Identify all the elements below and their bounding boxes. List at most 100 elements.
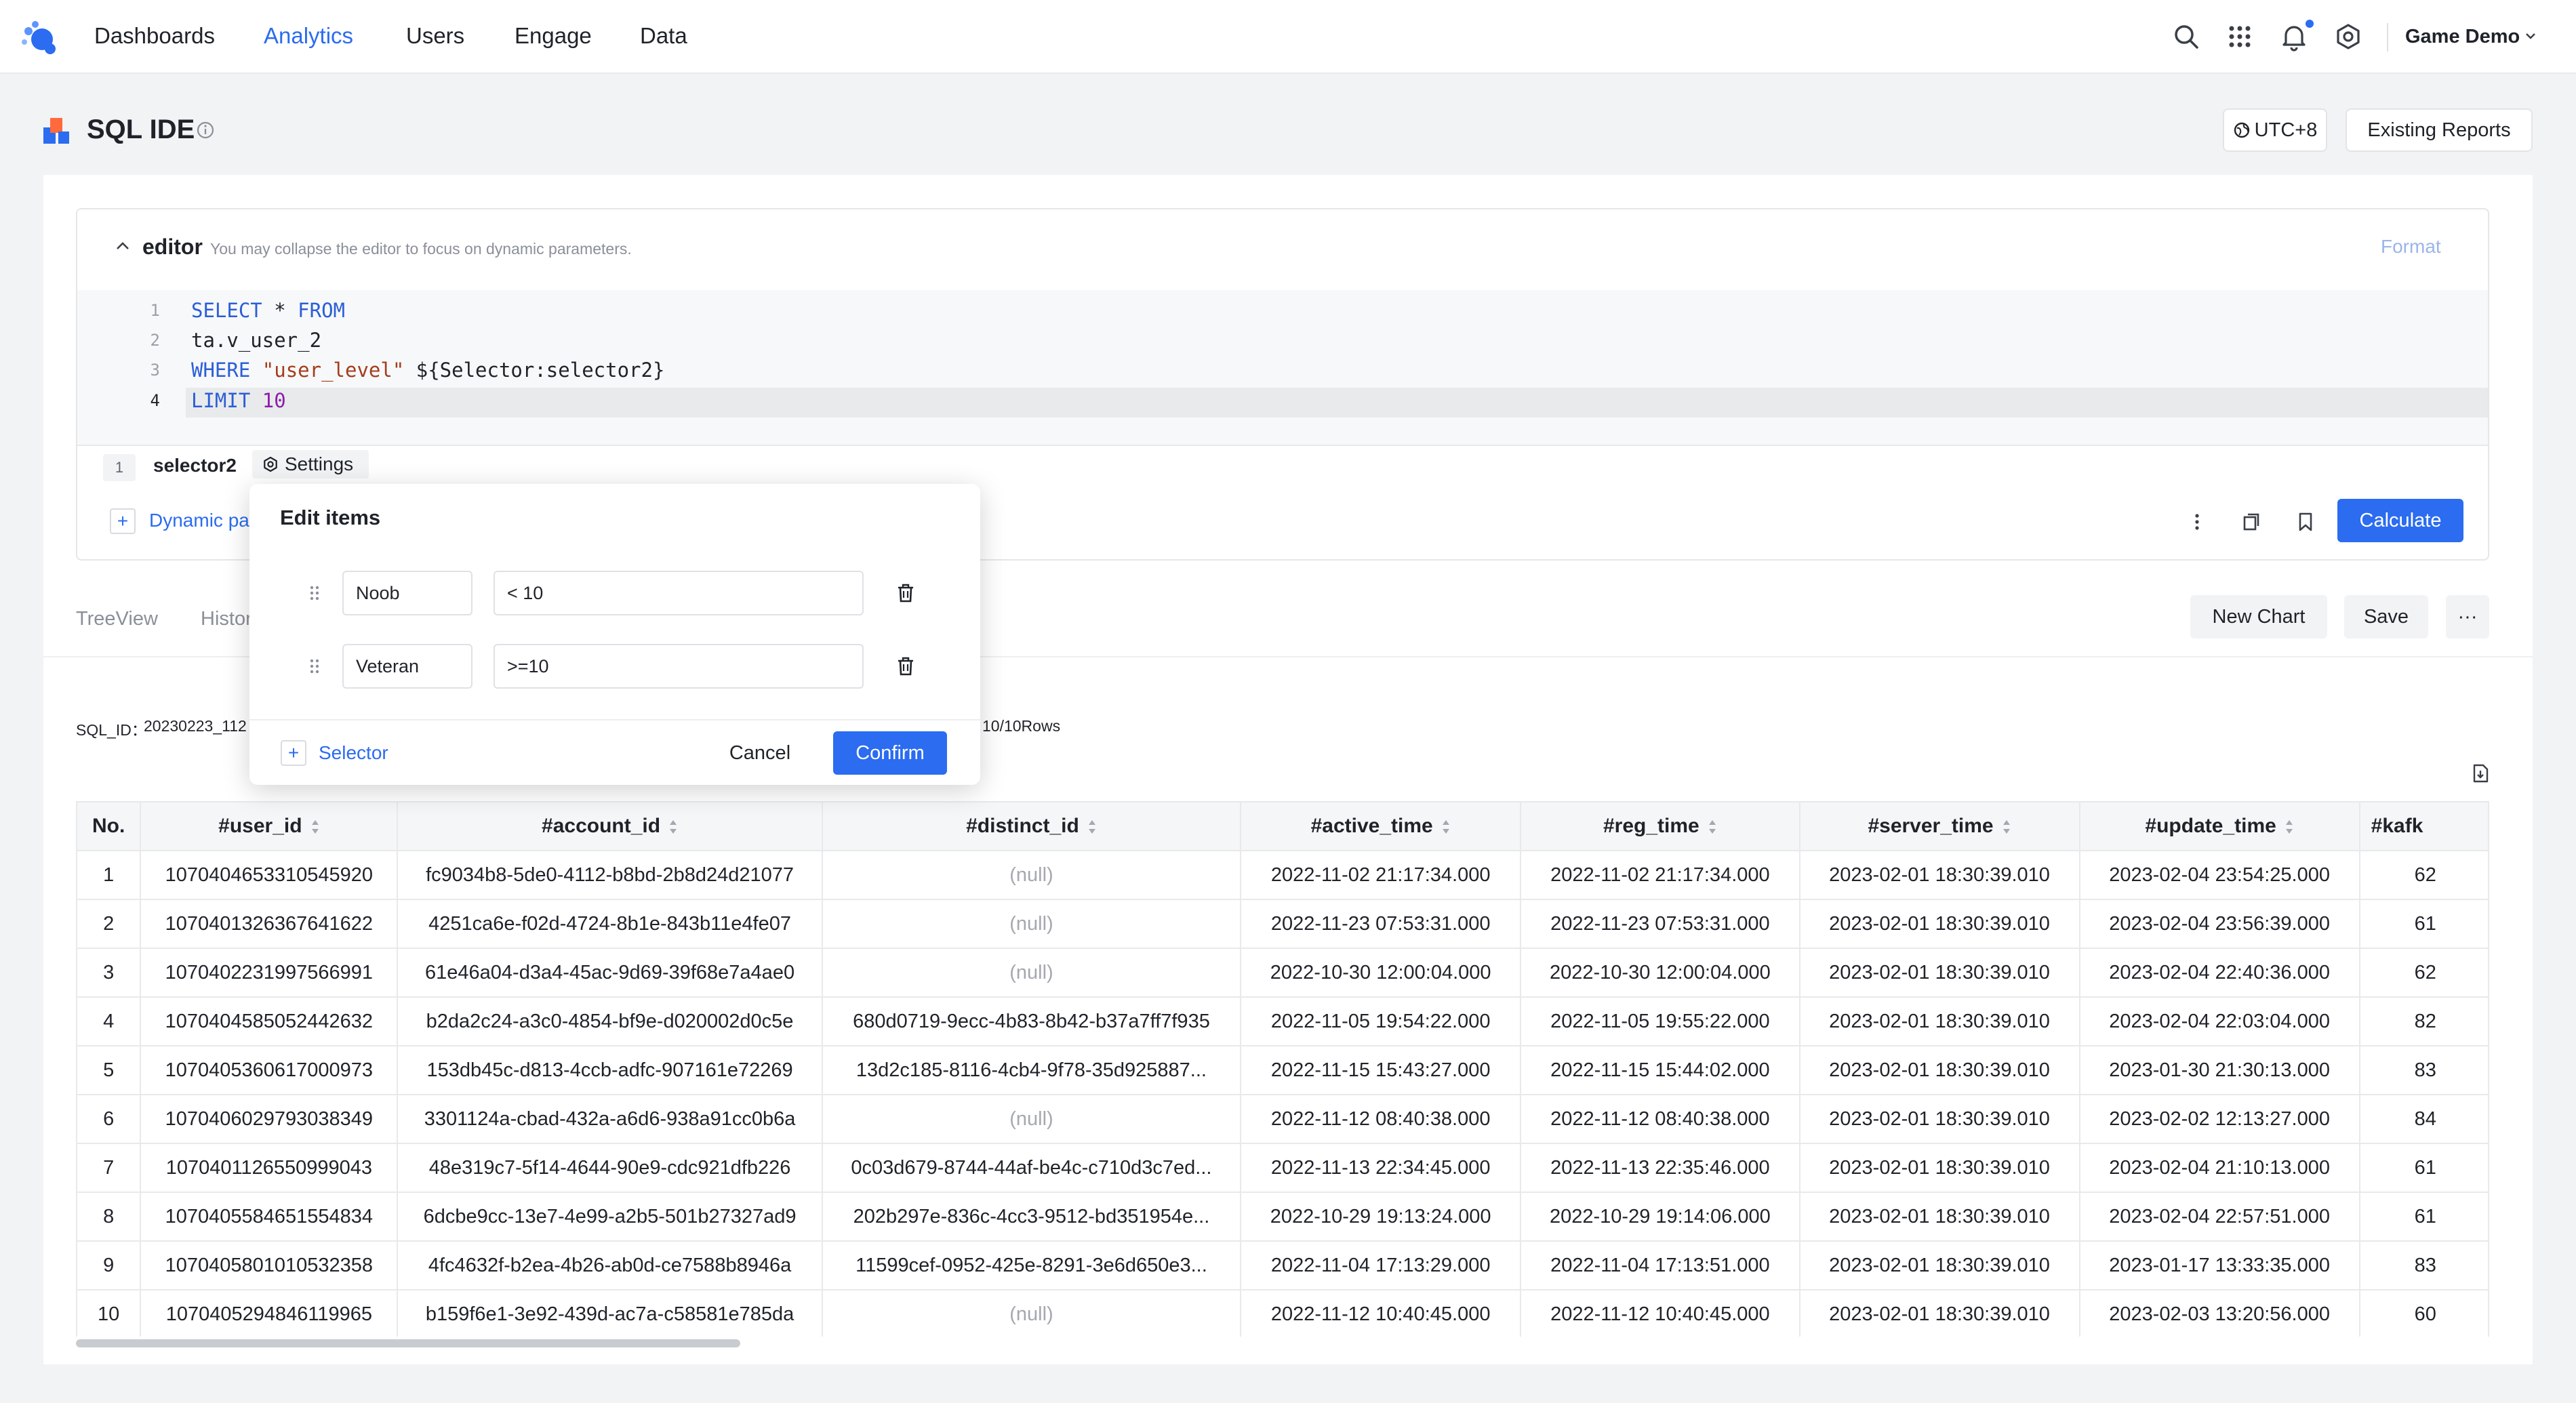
table-cell[interactable]: 1070406029793038349 (140, 1094, 399, 1144)
table-cell[interactable]: 1 (76, 850, 142, 900)
table-cell[interactable]: 2022-11-23 07:53:31.000 (1520, 899, 1800, 949)
tab-treeview[interactable]: TreeView (76, 608, 158, 630)
table-cell[interactable]: 2022-11-05 19:54:22.000 (1240, 996, 1522, 1046)
table-cell[interactable]: b2da2c24-a3c0-4854-bf9e-d020002d0c5e (397, 996, 823, 1046)
column-header[interactable]: #server_time (1798, 801, 2080, 851)
table-cell[interactable]: 2023-02-01 18:30:39.010 (1798, 1192, 2080, 1242)
table-cell[interactable]: 4fc4632f-b2ea-4b26-ab0d-ce7588b8946a (397, 1240, 823, 1290)
item-value-input[interactable]: < 10 (494, 571, 864, 615)
sort-icon[interactable] (1087, 819, 1097, 835)
existing-reports-button[interactable]: Existing Reports (2346, 108, 2533, 152)
table-cell[interactable]: 2023-02-01 18:30:39.010 (1798, 1240, 2080, 1290)
param-name[interactable]: selector2 (153, 455, 237, 476)
table-cell[interactable]: 3 (76, 948, 142, 998)
table-cell[interactable]: 62 (2358, 948, 2489, 998)
add-selector-icon[interactable]: + (281, 740, 306, 766)
table-cell[interactable]: 2022-11-12 08:40:38.000 (1520, 1094, 1800, 1144)
table-cell[interactable]: 2022-11-15 15:43:27.000 (1240, 1045, 1522, 1095)
table-cell[interactable]: 9 (76, 1240, 142, 1290)
table-cell[interactable]: (null) (821, 1289, 1242, 1337)
table-cell[interactable]: 10 (76, 1289, 142, 1337)
result-table-container[interactable]: No. #user_id #account_id #distinct_id #a… (76, 801, 2489, 1337)
table-cell[interactable]: 61e46a04-d3a4-45ac-9d69-39f68e7a4ae0 (397, 948, 823, 998)
table-cell[interactable]: 202b297e-836c-4cc3-9512-bd351954e... (821, 1192, 1242, 1242)
table-row[interactable]: 5 1070405360617000973 153db45c-d813-4ccb-a… (76, 1045, 2489, 1095)
table-cell[interactable]: 2023-02-01 18:30:39.010 (1798, 996, 2080, 1046)
more-vertical-icon[interactable] (2185, 510, 2209, 534)
add-dynamic-param-icon[interactable]: + (110, 508, 136, 534)
format-button[interactable]: Format (2381, 236, 2441, 258)
search-icon[interactable] (2171, 22, 2201, 52)
drag-handle-icon[interactable] (307, 656, 322, 676)
nav-dashboards[interactable]: Dashboards (94, 23, 215, 49)
confirm-button[interactable]: Confirm (833, 731, 947, 775)
table-cell[interactable]: 2022-11-05 19:55:22.000 (1520, 996, 1800, 1046)
code-line-4[interactable]: LIMIT 10 (191, 389, 286, 412)
table-row[interactable]: 9 1070405801010532358 4fc4632f-b2ea-4b26-a… (76, 1240, 2489, 1290)
add-selector-button[interactable]: Selector (319, 742, 388, 764)
table-cell[interactable]: 1070405801010532358 (140, 1240, 399, 1290)
sort-icon[interactable] (2285, 819, 2294, 835)
sort-icon[interactable] (310, 819, 320, 835)
save-button[interactable]: Save (2344, 595, 2428, 638)
table-cell[interactable]: b159f6e1-3e92-439d-ac7a-c58581e785da (397, 1289, 823, 1337)
table-row[interactable]: 6 1070406029793038349 3301124a-cbad-432a-a… (76, 1094, 2489, 1144)
new-chart-button[interactable]: New Chart (2190, 595, 2327, 638)
table-cell[interactable]: 0c03d679-8744-44af-be4c-c710d3c7ed... (821, 1143, 1242, 1193)
copy-icon[interactable] (2239, 510, 2263, 534)
nav-analytics[interactable]: Analytics (264, 23, 353, 49)
table-cell[interactable]: 8 (76, 1192, 142, 1242)
column-header[interactable]: #distinct_id (821, 801, 1242, 851)
nav-users[interactable]: Users (406, 23, 464, 49)
code-line-2[interactable]: ta.v_user_2 (191, 329, 321, 352)
download-icon[interactable] (2470, 762, 2491, 784)
code-line-1[interactable]: SELECT * FROM (191, 299, 345, 322)
table-cell[interactable]: 680d0719-9ecc-4b83-8b42-b37a7ff7f935 (821, 996, 1242, 1046)
table-cell[interactable]: 2022-10-29 19:14:06.000 (1520, 1192, 1800, 1242)
table-cell[interactable]: 2023-02-01 18:30:39.010 (1798, 1045, 2080, 1095)
sort-icon[interactable] (1708, 819, 1717, 835)
column-header[interactable]: #active_time (1240, 801, 1522, 851)
item-name-input[interactable]: Veteran (342, 644, 472, 689)
info-icon[interactable] (195, 120, 216, 140)
scrollbar-thumb[interactable] (76, 1339, 740, 1347)
table-cell[interactable]: 60 (2358, 1289, 2489, 1337)
calculate-button[interactable]: Calculate (2337, 499, 2463, 542)
table-row[interactable]: 8 1070405584651554834 6dcbe9cc-13e7-4e99-a… (76, 1192, 2489, 1242)
table-cell[interactable]: 2023-02-04 23:54:25.000 (2078, 850, 2360, 900)
table-cell[interactable]: 2022-10-30 12:00:04.000 (1520, 948, 1800, 998)
sort-icon[interactable] (668, 819, 678, 835)
table-cell[interactable]: 6dcbe9cc-13e7-4e99-a2b5-501b27327ad9 (397, 1192, 823, 1242)
table-cell[interactable]: 153db45c-d813-4ccb-adfc-907161e72269 (397, 1045, 823, 1095)
chevron-down-icon[interactable] (2523, 28, 2538, 43)
chevron-up-icon[interactable] (113, 236, 133, 256)
table-row[interactable]: 4 1070404585052442632 b2da2c24-a3c0-4854-b… (76, 996, 2489, 1046)
table-cell[interactable]: 7 (76, 1143, 142, 1193)
code-line-3[interactable]: WHERE "user_level" ${Selector:selector2} (191, 359, 664, 382)
app-logo-icon[interactable] (19, 20, 60, 56)
table-cell[interactable]: 2023-02-01 18:30:39.010 (1798, 1143, 2080, 1193)
table-cell[interactable]: 62 (2358, 850, 2489, 900)
table-cell[interactable]: 2023-02-01 18:30:39.010 (1798, 948, 2080, 998)
nav-engage[interactable]: Engage (515, 23, 592, 49)
trash-icon[interactable] (894, 582, 917, 605)
trash-icon[interactable] (894, 655, 917, 678)
table-row[interactable]: 3 1070402231997566991 61e46a04-d3a4-45ac-9… (76, 948, 2489, 998)
table-row[interactable]: 1 1070404653310545920 fc9034b8-5de0-4112-b… (76, 850, 2489, 900)
table-cell[interactable]: 61 (2358, 899, 2489, 949)
table-cell[interactable]: 2023-02-04 22:57:51.000 (2078, 1192, 2360, 1242)
table-cell[interactable]: 2023-02-04 22:03:04.000 (2078, 996, 2360, 1046)
table-cell[interactable]: 1070401126550999043 (140, 1143, 399, 1193)
table-cell[interactable]: 2023-02-01 18:30:39.010 (1798, 850, 2080, 900)
project-switcher[interactable]: Game Demo (2405, 26, 2520, 48)
table-cell[interactable]: 2022-10-30 12:00:04.000 (1240, 948, 1522, 998)
table-cell[interactable]: 3301124a-cbad-432a-a6d6-938a91cc0b6a (397, 1094, 823, 1144)
table-cell[interactable]: 83 (2358, 1240, 2489, 1290)
table-cell[interactable]: (null) (821, 948, 1242, 998)
table-cell[interactable]: 1070404585052442632 (140, 996, 399, 1046)
sort-icon[interactable] (2002, 819, 2011, 835)
column-header[interactable]: #account_id (397, 801, 823, 851)
table-cell[interactable]: 2022-11-04 17:13:51.000 (1520, 1240, 1800, 1290)
table-cell[interactable]: 83 (2358, 1045, 2489, 1095)
apps-grid-icon[interactable] (2225, 22, 2255, 52)
